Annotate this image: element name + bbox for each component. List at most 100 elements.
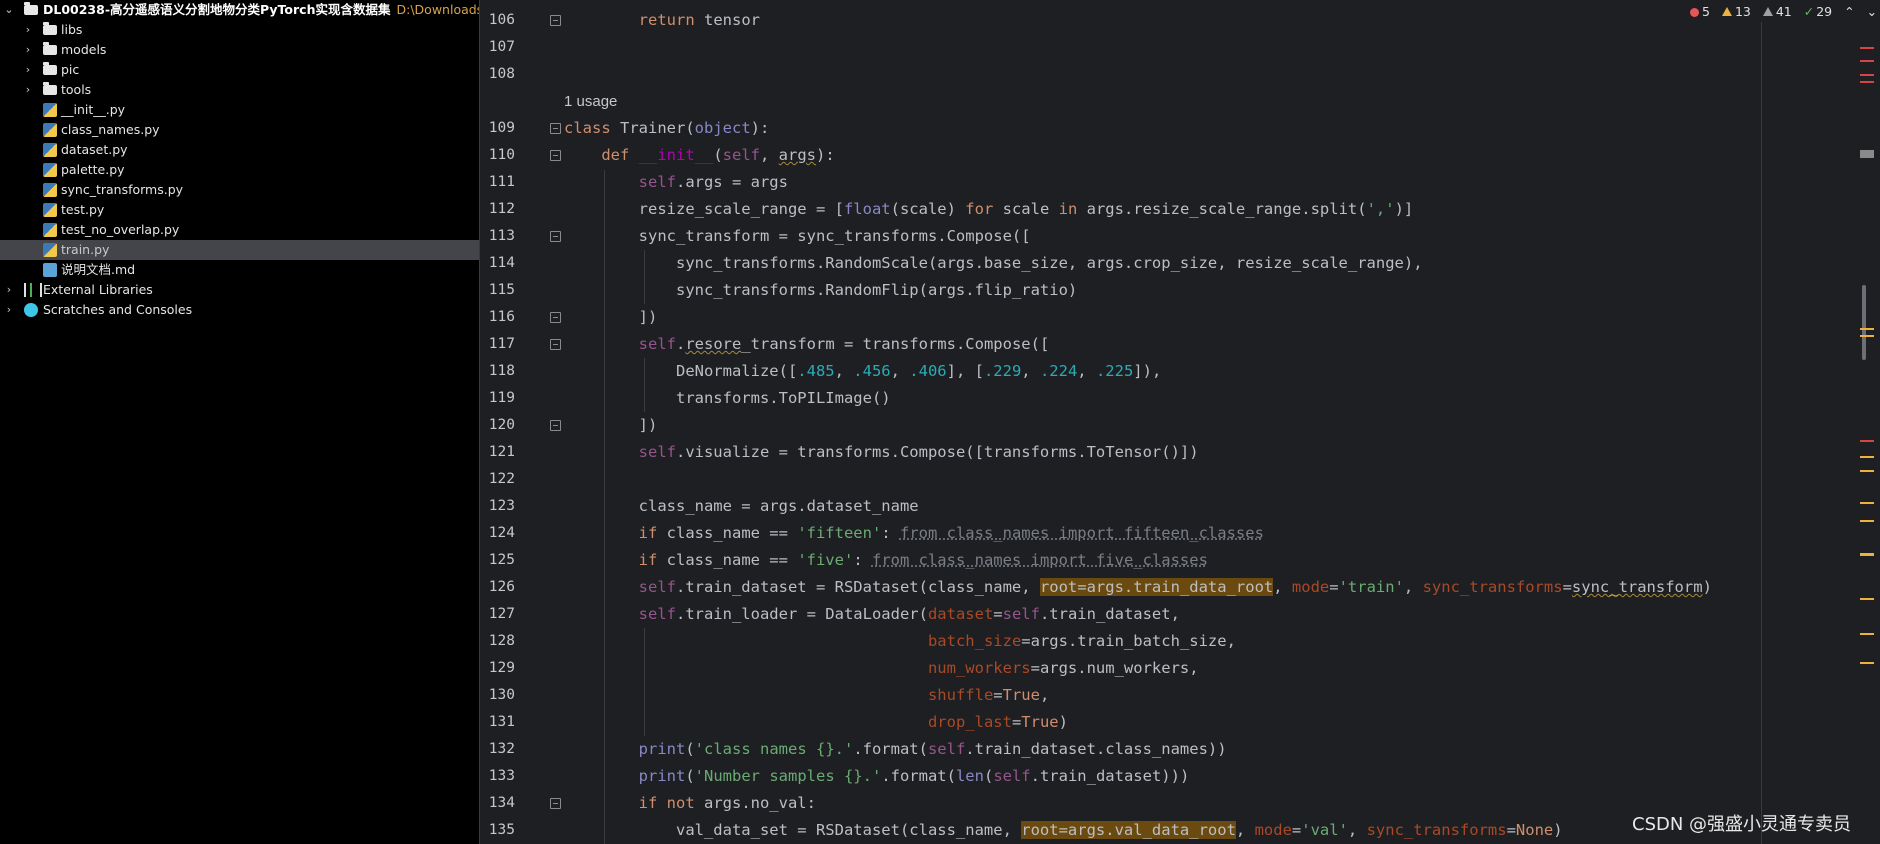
library-icon [24,283,42,297]
typos-count[interactable]: ✓ 29 [1804,4,1832,19]
fold-marker-icon[interactable] [550,123,561,134]
tree-file-train[interactable]: train.py [0,240,479,260]
warning-stripe-mark[interactable] [1860,662,1874,664]
right-margin-guide [1761,22,1762,844]
tree-folder-libs[interactable]: › libs [0,20,479,40]
python-file-icon [43,183,57,197]
folder-icon [24,2,38,15]
weak-warnings-count[interactable]: 41 [1762,4,1792,19]
chevron-right-icon[interactable]: › [23,20,33,40]
tree-file-dataset[interactable]: dataset.py [0,140,479,160]
project-tree[interactable]: ⌄ DL00238-高分遥感语义分割地物分类PyTorch实现含数据集 D:\Do… [0,0,480,844]
warning-stripe-mark[interactable] [1860,335,1874,337]
error-stripe-mark[interactable] [1860,47,1874,49]
code-editor[interactable]: 106 107 108 109 110 111 112 113 114 115 … [480,0,1880,844]
line-number: 123 [488,498,515,514]
error-stripe-mark[interactable] [1860,440,1874,442]
folder-icon [43,62,57,75]
error-icon [1690,8,1699,17]
chevron-right-icon[interactable]: › [4,300,14,320]
folder-icon [43,82,57,95]
tree-file-label: 说明文档.md [61,262,136,277]
tree-file-class-names[interactable]: class_names.py [0,120,479,140]
errors-count[interactable]: 5 [1690,4,1710,19]
code-line: batch_size=args.train_batch_size, [927,632,1236,650]
code-line: if class_name == 'five': from class_name… [638,551,1208,569]
warning-stripe-mark[interactable] [1860,553,1874,556]
line-number: 135 [488,822,515,838]
tree-item-label: External Libraries [43,282,153,297]
fold-marker-icon[interactable] [550,312,561,323]
line-number: 114 [488,255,515,271]
error-stripe-mark[interactable] [1860,74,1874,76]
chevron-right-icon[interactable]: › [23,40,33,60]
weak-warning-icon [1762,7,1773,16]
code-line: if class_name == 'fifteen': from class_n… [638,524,1264,542]
usage-hint[interactable]: 1 usage [564,88,617,115]
warning-stripe-mark[interactable] [1860,598,1874,600]
line-number: 134 [488,795,515,811]
inspection-widget[interactable]: 5 13 41 ✓ 29 ⌃ ⌄ [1690,4,1880,20]
tree-file-label: class_names.py [61,122,160,137]
chevron-down-icon[interactable]: ⌄ [4,0,14,20]
python-file-icon [43,243,57,257]
tree-external-libraries[interactable]: › External Libraries [0,280,479,300]
line-number: 125 [488,552,515,568]
code-line: ]) [564,416,658,434]
warnings-count[interactable]: 13 [1721,4,1751,19]
fold-marker-icon[interactable] [550,339,561,350]
fold-marker-icon[interactable] [550,798,561,809]
tree-folder-label: tools [61,82,92,97]
fold-marker-icon[interactable] [550,231,561,242]
warning-stripe-mark[interactable] [1860,456,1874,458]
code-line: self.resore_transform = transforms.Compo… [638,335,1050,353]
previous-highlight-button[interactable]: ⌃ [1844,4,1854,19]
editor-gutter[interactable]: 106 107 108 109 110 111 112 113 114 115 … [480,0,570,844]
chevron-right-icon[interactable]: › [4,280,14,300]
code-line: sync_transforms.RandomFlip(args.flip_rat… [564,281,1078,299]
tree-folder-pic[interactable]: › pic [0,60,479,80]
warning-stripe-mark[interactable] [1860,502,1874,504]
warning-icon [1721,7,1732,16]
tree-file-label: test_no_overlap.py [61,222,180,237]
tree-folder-models[interactable]: › models [0,40,479,60]
info-stripe-mark[interactable] [1860,150,1874,158]
next-highlight-button[interactable]: ⌄ [1867,4,1877,19]
project-path: D:\Downloads\Hig [396,2,480,17]
tree-folder-tools[interactable]: › tools [0,80,479,100]
tree-file-readme[interactable]: 说明文档.md [0,260,479,280]
tree-file-label: dataset.py [61,142,128,157]
tree-file-init[interactable]: __init__.py [0,100,479,120]
tree-folder-label: pic [61,62,80,77]
error-stripe-mark[interactable] [1860,81,1874,83]
code-line: sync_transforms.RandomScale(args.base_si… [564,254,1423,272]
python-file-icon [43,143,57,157]
warning-stripe-mark[interactable] [1860,470,1874,472]
chevron-right-icon[interactable]: › [23,60,33,80]
line-number: 132 [488,741,515,757]
tree-file-sync-transforms[interactable]: sync_transforms.py [0,180,479,200]
warning-stripe-mark[interactable] [1860,633,1874,635]
code-line: shuffle=True, [927,686,1050,704]
chevron-right-icon[interactable]: › [23,80,33,100]
code-area[interactable]: return tensor 1 usage class Trainer(obje… [564,0,1854,844]
tree-file-test-no-overlap[interactable]: test_no_overlap.py [0,220,479,240]
line-number: 129 [488,660,515,676]
fold-marker-icon[interactable] [550,420,561,431]
warning-stripe-mark[interactable] [1860,520,1874,522]
tree-file-label: train.py [61,242,110,257]
vertical-scrollbar[interactable] [1862,285,1866,360]
folder-icon [43,22,57,35]
python-file-icon [43,163,57,177]
tree-root[interactable]: ⌄ DL00238-高分遥感语义分割地物分类PyTorch实现含数据集 D:\Do… [0,0,479,20]
project-name: DL00238-高分遥感语义分割地物分类PyTorch实现含数据集 [43,2,391,17]
scratches-icon [24,303,38,317]
tree-file-test[interactable]: test.py [0,200,479,220]
fold-marker-icon[interactable] [550,150,561,161]
tree-scratches[interactable]: › Scratches and Consoles [0,300,479,320]
tree-file-palette[interactable]: palette.py [0,160,479,180]
warning-stripe-mark[interactable] [1860,328,1874,330]
code-line: sync_transform = sync_transforms.Compose… [564,227,1031,245]
error-stripe-mark[interactable] [1860,60,1874,62]
fold-marker-icon[interactable] [550,15,561,26]
